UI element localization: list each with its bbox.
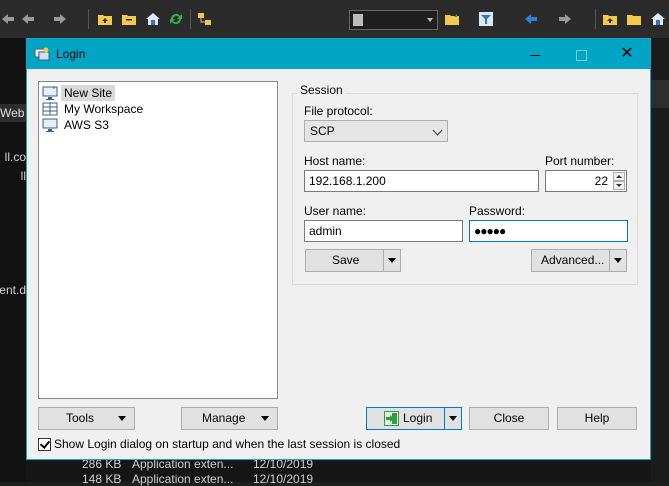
advanced-button[interactable]: Advanced...: [531, 249, 627, 272]
filter-icon[interactable]: [478, 11, 494, 27]
parent-folder-icon[interactable]: [97, 11, 113, 27]
file-protocol-label: File protocol:: [304, 104, 373, 118]
port-number-value: 22: [594, 174, 608, 188]
tree-item-aws-s3[interactable]: AWS S3: [42, 117, 112, 133]
maximize-button[interactable]: [558, 39, 604, 69]
startup-checkbox-label[interactable]: Show Login dialog on startup and when th…: [54, 437, 400, 451]
dropdown-arrow-icon: [449, 416, 457, 421]
file-date: 12/10/2019: [253, 472, 314, 486]
advanced-button-label: Advanced...: [541, 253, 605, 267]
host-name-label: Host name:: [304, 154, 366, 168]
chevron-down-icon: [432, 125, 443, 136]
background-right-panel: [651, 38, 669, 482]
home-icon[interactable]: [145, 11, 161, 27]
dropdown-arrow-icon: [388, 258, 396, 263]
manage-button-label: Manage: [202, 411, 246, 425]
checkmark-icon: [39, 438, 51, 449]
app-icon: [34, 47, 50, 61]
dialog-title: Login: [56, 47, 86, 61]
login-button-label: Login: [403, 411, 433, 425]
tree-item-label: My Workspace: [64, 102, 144, 116]
back-arrow-icon[interactable]: [523, 11, 539, 27]
startup-checkbox[interactable]: [38, 438, 51, 451]
minimize-button[interactable]: [512, 39, 558, 69]
login-icon: [384, 411, 399, 426]
dropdown-arrow-icon: [261, 416, 269, 421]
minimize-icon: [530, 54, 540, 56]
login-dialog: Login ✕ New Site My Workspace AWS S3 Too…: [26, 38, 651, 460]
tools-button[interactable]: Tools: [38, 407, 135, 430]
chevron-down-icon: [616, 184, 622, 187]
file-size: 148 KB: [82, 472, 122, 486]
save-button-label: Save: [332, 253, 360, 267]
root-folder-icon[interactable]: [121, 11, 137, 27]
parent-folder-icon[interactable]: [602, 11, 618, 27]
session-group-title: Session: [298, 83, 345, 97]
port-number-label: Port number:: [545, 154, 615, 168]
background-file-name: ll: [20, 169, 26, 183]
background-file-name: ll.co: [4, 150, 26, 164]
background-column-header: Web: [0, 104, 26, 122]
user-name-label: User name:: [304, 204, 367, 218]
maximize-icon: [575, 49, 587, 61]
port-number-field[interactable]: 22: [545, 170, 627, 192]
monitor-icon: [42, 118, 58, 132]
open-folder-icon[interactable]: [444, 11, 460, 27]
workspace-icon: [42, 102, 58, 116]
forward-arrow-icon[interactable]: [52, 11, 68, 27]
login-button[interactable]: Login: [366, 407, 462, 430]
tree-item-label: New Site: [61, 85, 116, 101]
save-dropdown-button[interactable]: [383, 250, 400, 271]
close-window-button[interactable]: ✕: [604, 39, 650, 69]
remote-path-combo[interactable]: [349, 10, 438, 30]
file-type: Application exten...: [132, 472, 234, 486]
advanced-dropdown-button[interactable]: [609, 250, 626, 271]
background-file-list: 286 KB Application exten... 12/10/2019 1…: [26, 457, 651, 486]
chevron-up-icon: [616, 175, 622, 178]
help-button[interactable]: Help: [557, 407, 637, 430]
password-field[interactable]: ●●●●●: [469, 220, 628, 242]
tree-item-label: AWS S3: [64, 118, 109, 132]
tree-icon[interactable]: [197, 11, 213, 27]
back-arrow-icon[interactable]: [0, 11, 16, 27]
background-file-panel: Web ll.co ll ent.d: [0, 38, 26, 482]
close-button[interactable]: Close: [469, 407, 549, 430]
background-toolbar: [0, 0, 669, 39]
manage-button[interactable]: Manage: [181, 407, 278, 430]
user-name-field[interactable]: admin: [304, 220, 463, 242]
save-button[interactable]: Save: [305, 249, 401, 272]
home-icon[interactable]: [650, 11, 666, 27]
tree-item-new-site[interactable]: New Site: [42, 85, 116, 101]
dropdown-arrow-icon: [614, 258, 622, 263]
file-protocol-select[interactable]: SCP: [304, 120, 448, 142]
background-file-name: ent.d: [0, 283, 26, 297]
root-folder-icon[interactable]: [626, 11, 642, 27]
close-icon: ✕: [620, 45, 634, 62]
tree-item-my-workspace[interactable]: My Workspace: [42, 101, 146, 117]
login-dropdown-button[interactable]: [444, 408, 461, 429]
refresh-icon[interactable]: [168, 11, 184, 27]
port-increment-button[interactable]: [613, 172, 625, 181]
new-site-monitor-icon: [42, 86, 58, 100]
tools-button-label: Tools: [66, 411, 95, 425]
site-tree[interactable]: New Site My Workspace AWS S3: [38, 81, 278, 399]
host-name-field[interactable]: 192.168.1.200: [304, 170, 539, 192]
title-bar[interactable]: Login ✕: [27, 39, 650, 69]
dropdown-arrow-icon: [118, 416, 126, 421]
file-protocol-value: SCP: [310, 124, 335, 138]
forward-arrow-icon[interactable]: [557, 11, 573, 27]
password-label: Password:: [469, 204, 526, 218]
port-decrement-button[interactable]: [613, 181, 625, 190]
back-arrow-icon[interactable]: [20, 11, 36, 27]
